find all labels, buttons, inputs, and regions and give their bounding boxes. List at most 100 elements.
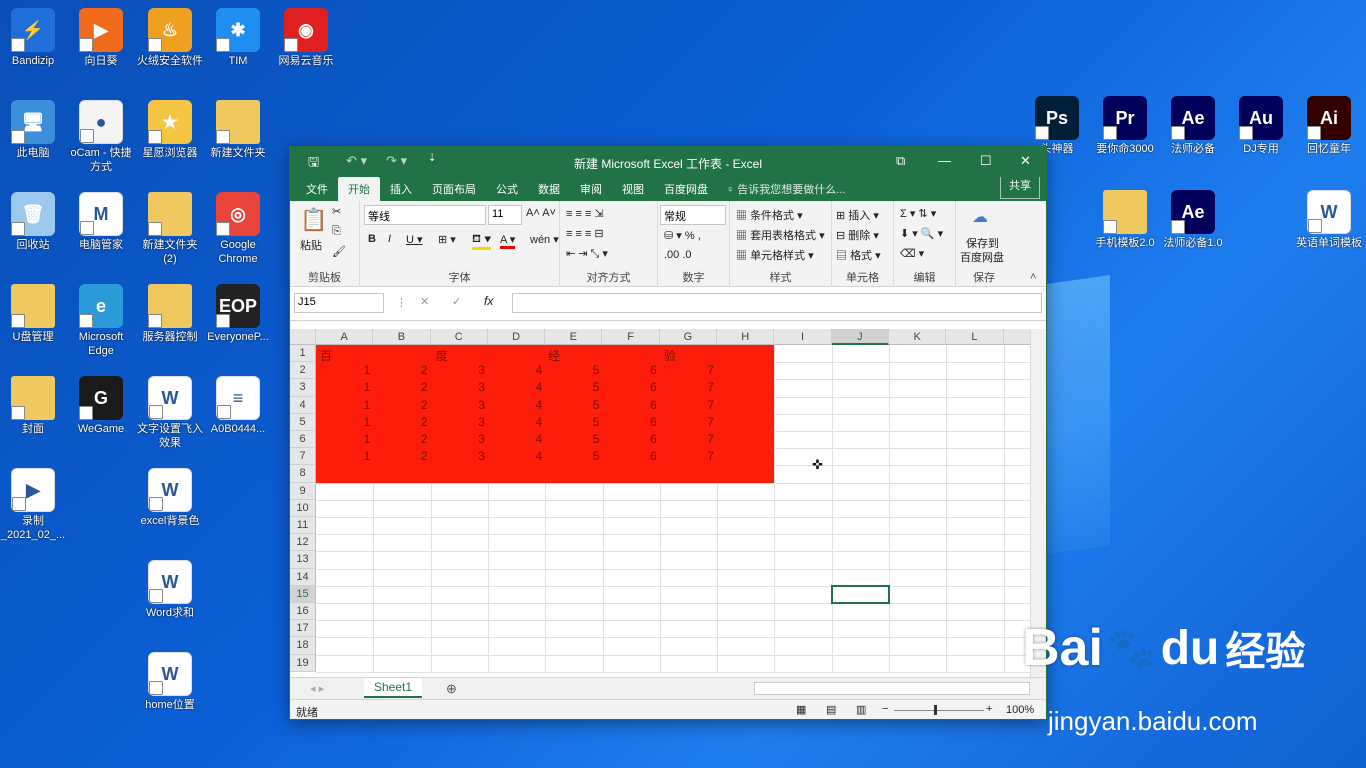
ribbon-display-icon[interactable]: ⧉	[896, 153, 905, 169]
ribbon-tab[interactable]: 公式	[486, 177, 528, 201]
desktop-icon[interactable]: Wexcel背景色	[135, 468, 205, 528]
desktop-icon[interactable]: W 文字设置飞入效果	[135, 376, 205, 450]
zoom-slider[interactable]	[894, 710, 984, 711]
active-cell[interactable]	[830, 584, 890, 604]
cell-value[interactable]: 2	[373, 363, 428, 377]
ribbon-tab[interactable]: 审阅	[570, 177, 612, 201]
row-header[interactable]: 14	[290, 568, 316, 586]
font-size-box[interactable]: 11	[488, 205, 522, 225]
desktop-icon[interactable]: Ae 法师必备	[1158, 96, 1228, 156]
ribbon-tab[interactable]: 数据	[528, 177, 570, 201]
cell-value[interactable]: 5	[545, 432, 600, 446]
cell-value[interactable]: 6	[603, 398, 657, 412]
row-header[interactable]: 4	[290, 396, 316, 414]
row-header[interactable]: 2	[290, 362, 316, 380]
minimize-icon[interactable]: —	[938, 153, 951, 168]
underline-icon[interactable]: U ▾	[406, 233, 423, 246]
column-header[interactable]: C	[431, 329, 488, 345]
column-header[interactable]: L	[946, 329, 1004, 345]
save-group[interactable]: ☁ 保存到 百度网盘 保存	[956, 201, 1012, 287]
page-layout-icon[interactable]: ▤	[826, 703, 836, 716]
column-header[interactable]: D	[488, 329, 546, 345]
cell-value[interactable]: 7	[660, 449, 714, 463]
cell-value[interactable]: 7	[660, 415, 714, 429]
row-header[interactable]: 12	[290, 534, 316, 552]
desktop-icon[interactable]: ✱ TIM	[203, 8, 273, 68]
add-sheet-icon[interactable]: ⊕	[446, 681, 457, 697]
formula-input[interactable]	[512, 293, 1042, 313]
cell-value[interactable]: 1	[316, 380, 371, 394]
cell-value[interactable]: 2	[373, 398, 428, 412]
number-format-box[interactable]: 常规	[660, 205, 726, 225]
clear-icon[interactable]: ⌫ ▾	[900, 247, 924, 260]
desktop-icon[interactable]: 封面	[0, 376, 68, 436]
cell-value[interactable]: 6	[603, 449, 657, 463]
maximize-icon[interactable]: ☐	[980, 153, 992, 169]
font-grow-icon[interactable]: A˄ A˅	[526, 207, 556, 219]
close-icon[interactable]: ✕	[1020, 153, 1031, 169]
cell-text[interactable]: 验	[664, 347, 676, 364]
row-header[interactable]: 11	[290, 517, 316, 535]
cell-value[interactable]: 1	[316, 398, 371, 412]
desktop-icon[interactable]: ● oCam - 快捷方式	[66, 100, 136, 174]
insert-button[interactable]: ⊞ 插入 ▾	[836, 207, 879, 223]
format-button[interactable]: ▤ 格式 ▾	[836, 247, 881, 263]
desktop-icon[interactable]: 服务器控制	[135, 284, 205, 344]
normal-view-icon[interactable]: ▦	[796, 703, 806, 716]
cell-value[interactable]: 5	[545, 363, 600, 377]
row-header[interactable]: 10	[290, 499, 316, 517]
row-header[interactable]: 17	[290, 620, 316, 638]
tell-me-box[interactable]: ♀ 告诉我您想要做什么...	[718, 177, 853, 201]
row-header[interactable]: 6	[290, 431, 316, 449]
cell-value[interactable]: 4	[488, 380, 543, 394]
cell-value[interactable]: 7	[660, 380, 714, 394]
cell-value[interactable]: 2	[373, 415, 428, 429]
bold-icon[interactable]: B	[368, 233, 376, 245]
align-left-icon[interactable]: ≡ ≡ ≡ ⊟	[566, 227, 604, 240]
cell-value[interactable]: 1	[316, 363, 371, 377]
cancel-icon[interactable]: ✕	[420, 295, 429, 308]
desktop-icon[interactable]: e Microsoft Edge	[66, 284, 136, 358]
cell-value[interactable]: 4	[488, 432, 543, 446]
cell-value[interactable]: 3	[431, 432, 485, 446]
cell-value[interactable]: 7	[660, 363, 714, 377]
cell-style-button[interactable]: ▦ 单元格样式 ▾	[736, 247, 814, 263]
cell-value[interactable]: 6	[603, 415, 657, 429]
cell-value[interactable]: 2	[373, 449, 428, 463]
desktop-icon[interactable]: ◎ Google Chrome	[203, 192, 273, 266]
name-box[interactable]: J15	[294, 293, 384, 313]
font-color-icon[interactable]: A ▾	[500, 233, 516, 249]
row-header[interactable]: 13	[290, 551, 316, 569]
row-header[interactable]: 9	[290, 482, 316, 500]
sheet-nav-icon[interactable]: ◂ ▸	[310, 682, 324, 695]
cell-value[interactable]: 7	[660, 432, 714, 446]
column-header[interactable]: K	[889, 329, 947, 345]
ribbon-tab[interactable]: 插入	[380, 177, 422, 201]
phonetic-icon[interactable]: wén ▾	[530, 233, 559, 246]
cell-value[interactable]: 5	[545, 449, 600, 463]
cell-value[interactable]: 1	[316, 449, 371, 463]
zoom-out-icon[interactable]: −	[882, 703, 888, 715]
cell-value[interactable]: 1	[316, 415, 371, 429]
autosum-icon[interactable]: Σ ▾ ⇅ ▾	[900, 207, 936, 220]
border-icon[interactable]: ⊞ ▾	[438, 233, 456, 246]
worksheet-grid[interactable]: A B C D E F G H I J K L 1 2 3 4 5 6 7 8 9 10 11 12 13 14 15 16 17 18 1…	[290, 329, 1030, 673]
row-header[interactable]: 5	[290, 413, 316, 431]
enter-icon[interactable]: ✓	[452, 295, 461, 308]
conditional-format-button[interactable]: ▦ 条件格式 ▾	[736, 207, 803, 223]
column-header[interactable]: B	[373, 329, 431, 345]
column-header[interactable]: G	[660, 329, 718, 345]
page-break-icon[interactable]: ▥	[856, 703, 866, 716]
row-header[interactable]: 3	[290, 379, 316, 397]
fx-icon[interactable]: fx	[484, 294, 493, 308]
desktop-icon[interactable]: Ai 回忆童年	[1294, 96, 1364, 156]
cell-text[interactable]: 经	[548, 347, 560, 364]
desktop-icon[interactable]: ★ 星愿浏览器	[135, 100, 205, 160]
align-top-icon[interactable]: ≡ ≡ ≡ ⇲	[566, 207, 604, 220]
currency-icon[interactable]: ⛁ ▾ % ,	[664, 229, 701, 242]
ribbon-tab[interactable]: 页面布局	[422, 177, 486, 201]
cell-value[interactable]: 5	[545, 415, 600, 429]
indent-icon[interactable]: ⇤ ⇥ ⤡ ▾	[566, 247, 608, 261]
ribbon-tab[interactable]: 开始	[338, 177, 380, 201]
zoom-level[interactable]: 100%	[1006, 704, 1034, 716]
